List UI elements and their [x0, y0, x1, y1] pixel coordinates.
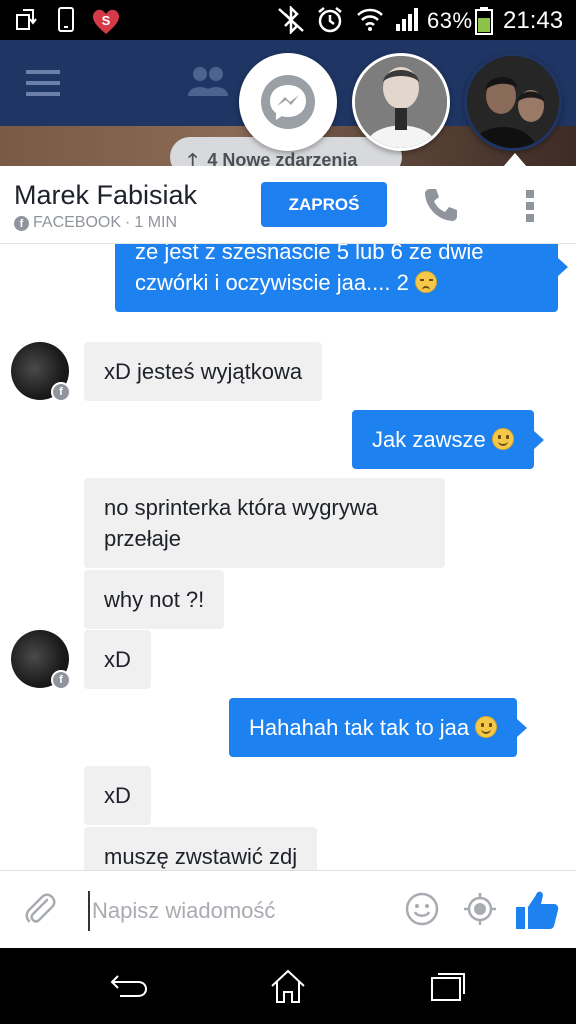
message-text: xD [104, 647, 131, 672]
alarm-clock-icon [318, 7, 342, 33]
message-bubble-incoming[interactable]: xD [84, 630, 151, 689]
signal-icon [396, 8, 418, 31]
message-text: why not ?! [104, 587, 205, 612]
message-bubble-incoming[interactable]: xD jesteś wyjątkowa [84, 342, 323, 401]
message-bubble-incoming[interactable]: no sprinterka która wygrywa przełaje [84, 478, 445, 568]
status-separator: · [125, 214, 131, 231]
facebook-badge-icon: f [51, 382, 71, 402]
active-contact-chat-head[interactable] [464, 53, 562, 151]
message-text: xD jesteś wyjątkowa [104, 359, 303, 384]
contact-avatar[interactable]: f [11, 630, 71, 690]
contact-name[interactable]: Marek Fabisiak [14, 180, 197, 211]
sad-emoji-icon [414, 271, 437, 293]
battery-icon [475, 7, 493, 35]
location-icon[interactable] [462, 891, 498, 927]
message-text: Jak zawsze [372, 427, 486, 452]
contact-photo [355, 56, 447, 148]
svg-text:S: S [102, 13, 111, 28]
message-composer [0, 870, 576, 948]
message-list[interactable]: ze jest z szesnascie 5 lub 6 ze dwie czw… [0, 244, 576, 870]
invite-button[interactable]: ZAPROŚ [261, 182, 387, 227]
contact-status: f FACEBOOK · 1 MIN [14, 214, 177, 232]
back-icon[interactable] [108, 968, 150, 1004]
active-contact-photo [467, 56, 559, 148]
message-text: muszę zwstawić zdj [104, 844, 298, 869]
contact-avatar[interactable]: f [11, 342, 71, 402]
screen-rotate-icon [16, 9, 37, 30]
clock: 21:43 [503, 7, 564, 34]
battery-percent: 63% [427, 8, 473, 33]
contact-source: FACEBOOK [33, 214, 122, 231]
message-bubble-outgoing[interactable]: Hahahah tak tak to jaa [229, 698, 528, 757]
message-text: xD [104, 783, 131, 808]
emoji-icon[interactable] [404, 891, 440, 927]
messenger-chat-head[interactable] [239, 53, 337, 151]
home-icon[interactable] [268, 968, 308, 1006]
paperclip-icon[interactable] [22, 891, 58, 927]
heart-app-icon: S [92, 9, 120, 34]
recent-apps-icon[interactable] [428, 968, 468, 1004]
friends-icon [188, 67, 228, 96]
smile-emoji-icon [491, 428, 514, 450]
message-bubble-incoming[interactable]: muszę zwstawić zdj [84, 827, 318, 870]
bluetooth-off-icon [278, 6, 304, 34]
phone-outline-icon [58, 7, 74, 32]
smile-emoji-icon [475, 716, 498, 738]
contact-chat-head-photo[interactable] [352, 53, 450, 151]
facebook-badge-icon: f [51, 670, 71, 690]
message-bubble-outgoing[interactable]: Jak zawsze [352, 410, 544, 469]
last-active: 1 MIN [134, 214, 178, 231]
message-bubble-outgoing[interactable]: ze jest z szesnascie 5 lub 6 ze dwie czw… [115, 244, 568, 312]
message-text: Hahahah tak tak to jaa [249, 715, 470, 740]
wifi-icon [357, 8, 383, 31]
status-bar: S 63% 21:43 [0, 0, 576, 40]
thumbs-up-icon[interactable] [514, 887, 560, 933]
message-bubble-incoming[interactable]: why not ?! [84, 570, 225, 629]
message-text: no sprinterka która wygrywa przełaje [104, 495, 378, 551]
menu-icon [26, 70, 60, 96]
messenger-icon [261, 75, 315, 129]
chat-head-pointer [503, 153, 527, 167]
facebook-icon: f [14, 215, 29, 231]
more-vertical-icon[interactable] [524, 188, 538, 224]
message-bubble-incoming[interactable]: xD [84, 766, 151, 825]
message-input[interactable] [88, 891, 388, 931]
system-navigation-bar [0, 948, 576, 1024]
phone-call-icon[interactable] [422, 186, 460, 224]
